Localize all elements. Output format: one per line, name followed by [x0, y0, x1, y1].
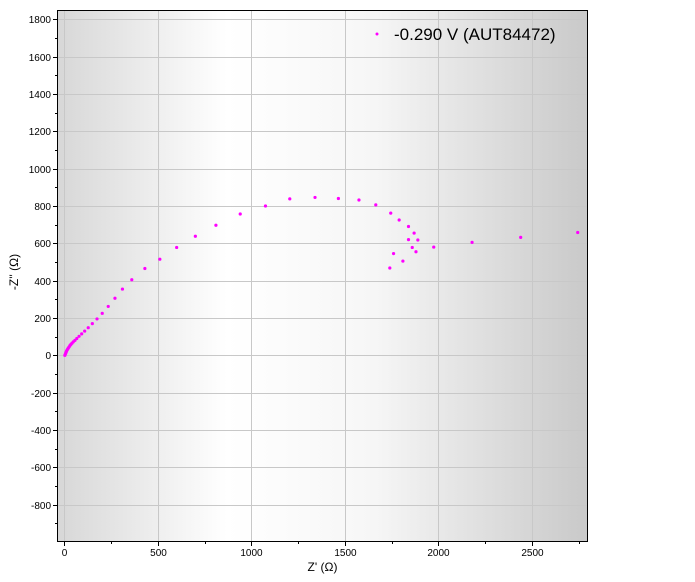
- data-point: [389, 211, 393, 215]
- data-point: [113, 296, 117, 300]
- legend-marker: [375, 32, 379, 36]
- data-point: [83, 329, 87, 333]
- data-point: [406, 224, 411, 229]
- data-point: [86, 326, 90, 330]
- y-tick-label: -800: [31, 501, 51, 512]
- data-point: [374, 203, 378, 207]
- data-point: [336, 196, 340, 201]
- data-point: [80, 332, 84, 336]
- data-point: [406, 238, 411, 242]
- data-point: [401, 259, 405, 263]
- data-point: [391, 252, 396, 256]
- data-point: [193, 234, 197, 238]
- data-point: [357, 198, 361, 202]
- data-point: [519, 235, 523, 239]
- data-point: [416, 238, 420, 242]
- data-point: [158, 257, 162, 261]
- data-point: [77, 334, 81, 338]
- y-tick-label: -400: [31, 426, 51, 437]
- data-point: [410, 245, 414, 250]
- y-tick-label: -600: [31, 463, 51, 474]
- y-tick-label: 0: [45, 351, 51, 362]
- y-tick-label: 1000: [29, 165, 52, 176]
- y-tick-label: 800: [34, 202, 51, 213]
- y-axis-title: -Z'' (Ω): [7, 254, 21, 290]
- y-tick-label: 600: [34, 239, 51, 250]
- data-point: [175, 245, 179, 250]
- data-point: [95, 317, 99, 321]
- data-point: [214, 223, 218, 227]
- data-point: [388, 266, 392, 270]
- data-point: [412, 231, 416, 235]
- nyquist-chart: 0 500 1000 1500 2000 2500 -800 -600 -400 -200 0 200…: [7, 10, 588, 574]
- data-point: [288, 197, 292, 201]
- x-tick-label: 0: [62, 548, 68, 559]
- y-tick-label: 1600: [29, 53, 52, 64]
- data-point: [90, 322, 94, 326]
- data-point: [397, 218, 401, 222]
- y-tick-label: 1800: [29, 15, 52, 26]
- legend: -0.290 V (AUT84472): [375, 25, 556, 44]
- x-tick-label: 500: [150, 548, 167, 559]
- data-point: [414, 250, 418, 254]
- x-tick-label: 1500: [334, 548, 357, 559]
- y-tick-label: 200: [34, 314, 51, 325]
- data-point: [432, 245, 436, 249]
- y-tick-label: 1200: [29, 127, 52, 138]
- x-tick-label: 1000: [240, 548, 263, 559]
- x-tick-label: 2500: [521, 548, 544, 559]
- data-point: [120, 287, 125, 291]
- y-tick-label: 1400: [29, 90, 52, 101]
- data-point: [313, 195, 317, 200]
- legend-label: -0.290 V (AUT84472): [394, 25, 556, 44]
- y-tick-label: -200: [31, 389, 51, 400]
- plot-area: [57, 10, 588, 542]
- data-point: [263, 204, 268, 208]
- data-point: [100, 311, 104, 315]
- data-point: [106, 304, 110, 309]
- x-tick-label: 2000: [427, 548, 450, 559]
- data-point: [143, 266, 147, 271]
- data-point: [470, 240, 474, 244]
- data-point: [238, 212, 242, 216]
- data-point: [130, 278, 134, 282]
- x-axis-title: Z' (Ω): [308, 560, 338, 574]
- y-tick-label: 400: [34, 277, 51, 288]
- data-point: [576, 230, 580, 235]
